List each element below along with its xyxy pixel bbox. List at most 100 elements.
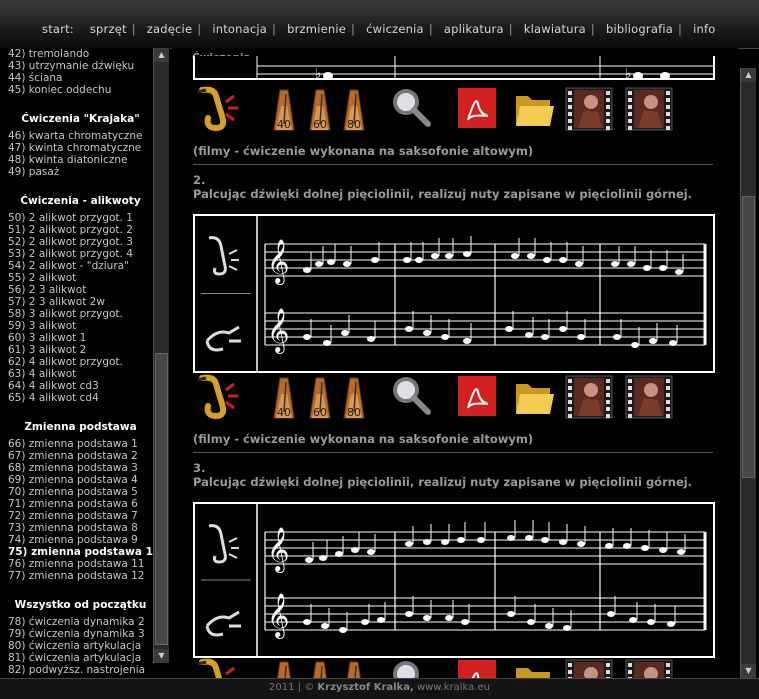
sidebar-link[interactable]: 70) zmienna podstawa 5 bbox=[8, 486, 153, 498]
nav-item[interactable]: zadęcie | bbox=[147, 22, 202, 36]
sidebar-link[interactable]: 81) ćwiczenia artykulacja bbox=[8, 652, 153, 664]
folder-icon[interactable] bbox=[514, 658, 556, 680]
film-icon-2[interactable] bbox=[624, 374, 674, 419]
sidebar-link[interactable]: 43) utrzymanie dźwięku bbox=[8, 60, 153, 72]
sidebar-link[interactable]: 78) ćwiczenia dynamika 2 bbox=[8, 616, 153, 628]
magnifier-icon[interactable] bbox=[390, 658, 434, 680]
sidebar-link[interactable]: 57) 2 3 alikwot 2w bbox=[8, 296, 153, 308]
saxophone-sound-icon[interactable] bbox=[194, 86, 240, 132]
pdf-icon[interactable] bbox=[456, 658, 496, 680]
sidebar-link[interactable]: 72) zmienna podstawa 7 bbox=[8, 510, 153, 522]
nav-item-label[interactable]: brzmienie bbox=[287, 22, 346, 36]
sidebar-link[interactable]: 51) 2 alikwot przygot. 2 bbox=[8, 224, 153, 236]
film-icon-1[interactable] bbox=[564, 658, 614, 680]
nav-item[interactable]: intonacja | bbox=[212, 22, 276, 36]
pdf-icon[interactable] bbox=[456, 374, 496, 418]
film-icon-1[interactable] bbox=[564, 374, 614, 419]
sidebar-link[interactable]: 61) 3 alikwot 2 bbox=[8, 344, 153, 356]
metronome-60-icon[interactable]: 60 bbox=[304, 658, 336, 680]
film-icon-2[interactable] bbox=[624, 86, 674, 131]
sidebar-link[interactable]: 68) zmienna podstawa 3 bbox=[8, 462, 153, 474]
sidebar-link[interactable]: 58) 3 alikwot przygot. bbox=[8, 308, 153, 320]
scroll-up-arrow-icon[interactable]: ▲ bbox=[741, 68, 756, 82]
nav-item[interactable]: aplikatura | bbox=[444, 22, 513, 36]
metronome-80-icon[interactable]: 80 bbox=[338, 658, 370, 680]
sidebar-scrollbar[interactable]: ▲ ▼ bbox=[153, 48, 169, 663]
sidebar-link[interactable]: 48) kwinta diatoniczne bbox=[8, 154, 153, 166]
film-icon-2[interactable] bbox=[624, 658, 674, 680]
sidebar-link[interactable]: 60) 3 alikwot 1 bbox=[8, 332, 153, 344]
nav-item-label[interactable]: start: bbox=[42, 22, 74, 36]
sidebar-link[interactable]: 77) zmienna podstawa 12 bbox=[8, 570, 153, 582]
sidebar-link[interactable]: 54) 2 alikwot - "dziura" bbox=[8, 260, 153, 272]
metronome-80-icon[interactable]: 80 bbox=[338, 86, 370, 131]
nav-item[interactable]: bibliografia | bbox=[606, 22, 682, 36]
sidebar-link[interactable]: 59) 3 alikwot bbox=[8, 320, 153, 332]
saxophone-sound-icon[interactable] bbox=[194, 658, 240, 680]
film-icon-1[interactable] bbox=[564, 86, 614, 131]
scroll-down-arrow-icon[interactable]: ▼ bbox=[741, 664, 756, 678]
sidebar-link[interactable]: 44) ściana bbox=[8, 72, 153, 84]
sidebar-link[interactable]: 63) 4 alikwot bbox=[8, 368, 153, 380]
folder-icon[interactable] bbox=[514, 86, 556, 130]
scroll-down-arrow-icon[interactable]: ▼ bbox=[154, 649, 169, 663]
sidebar-link[interactable]: 69) zmienna podstawa 4 bbox=[8, 474, 153, 486]
sidebar-link[interactable]: 79) ćwiczenia dynamika 3 bbox=[8, 628, 153, 640]
sidebar-link[interactable]: 73) zmienna podstawa 8 bbox=[8, 522, 153, 534]
nav-item-label[interactable]: ćwiczenia bbox=[366, 22, 424, 36]
sidebar-link[interactable]: 82) podwyższ. nastrojenia bbox=[8, 664, 153, 676]
nav-item[interactable]: ćwiczenia | bbox=[366, 22, 433, 36]
sidebar-link[interactable]: 55) 2 alikwot bbox=[8, 272, 153, 284]
sidebar-link[interactable]: 75) zmienna podstawa 10 bbox=[8, 546, 153, 558]
sidebar-link[interactable]: 46) kwarta chromatyczne bbox=[8, 130, 153, 142]
magnifier-icon[interactable] bbox=[390, 374, 434, 418]
scroll-up-arrow-icon[interactable]: ▲ bbox=[154, 48, 169, 62]
sidebar-link[interactable]: 71) zmienna podstawa 6 bbox=[8, 498, 153, 510]
metronome-60-icon[interactable]: 60 bbox=[304, 86, 336, 131]
saxophone-sound-icon[interactable] bbox=[194, 374, 240, 420]
sidebar: 42) tremolando 43) utrzymanie dźwięku 44) … bbox=[0, 48, 170, 678]
sidebar-link[interactable]: 80) ćwiczenia artykulacja bbox=[8, 640, 153, 652]
sidebar-link[interactable]: 66) zmienna podstawa 1 bbox=[8, 438, 153, 450]
nav-item-label[interactable]: sprzęt bbox=[90, 22, 127, 36]
sidebar-link[interactable]: 67) zmienna podstawa 2 bbox=[8, 450, 153, 462]
sidebar-link[interactable]: 52) 2 alikwot przygot. 3 bbox=[8, 236, 153, 248]
sidebar-link[interactable]: 65) 4 alikwot cd4 bbox=[8, 392, 153, 404]
nav-item[interactable]: sprzęt | bbox=[90, 22, 136, 36]
folder-icon[interactable] bbox=[514, 374, 556, 418]
scrollbar-thumb[interactable] bbox=[155, 353, 168, 645]
main-scrollbar[interactable]: ▲ ▼ bbox=[740, 68, 756, 678]
sidebar-link[interactable]: 45) koniec oddechu bbox=[8, 84, 153, 96]
metronome-40-icon[interactable]: 40 bbox=[268, 658, 300, 680]
nav-item-label[interactable]: intonacja bbox=[212, 22, 267, 36]
scrollbar-thumb[interactable] bbox=[742, 196, 755, 478]
sidebar-link[interactable]: 62) 4 alikwot przygot. bbox=[8, 356, 153, 368]
pdf-icon[interactable] bbox=[456, 86, 496, 130]
nav-item[interactable]: brzmienie | bbox=[287, 22, 355, 36]
metronome-60-icon[interactable]: 60 bbox=[304, 374, 336, 419]
sidebar-link[interactable]: 49) pasaż bbox=[8, 166, 153, 178]
nav-item-label[interactable]: aplikatura bbox=[444, 22, 504, 36]
nav-item-label[interactable]: klawiatura bbox=[524, 22, 586, 36]
metronome-40-icon[interactable]: 40 bbox=[268, 374, 300, 419]
sidebar-link[interactable]: 53) 2 alikwot przygot. 4 bbox=[8, 248, 153, 260]
nav-item-label[interactable]: bibliografia bbox=[606, 22, 673, 36]
nav-item[interactable]: info bbox=[693, 22, 720, 36]
metronome-40-icon[interactable]: 40 bbox=[268, 86, 300, 131]
exercise-instruction-3: Palcując dźwięki dolnej pięciolinii, rea… bbox=[193, 475, 693, 489]
magnifier-icon[interactable] bbox=[390, 86, 434, 130]
sidebar-link[interactable]: 47) kwinta chromatyczne bbox=[8, 142, 153, 154]
footer-site-link[interactable]: www.kralka.eu bbox=[417, 682, 490, 693]
nav-item-label[interactable]: zadęcie bbox=[147, 22, 192, 36]
sidebar-link[interactable]: 42) tremolando bbox=[8, 48, 153, 60]
sidebar-link[interactable]: 56) 2 3 alikwot bbox=[8, 284, 153, 296]
sidebar-link[interactable]: 74) zmienna podstawa 9 bbox=[8, 534, 153, 546]
nav-item[interactable]: klawiatura | bbox=[524, 22, 595, 36]
sidebar-link[interactable]: 50) 2 alikwot przygot. 1 bbox=[8, 212, 153, 224]
sidebar-link[interactable]: 76) zmienna podstawa 11 bbox=[8, 558, 153, 570]
nav-item-label[interactable]: info bbox=[693, 22, 715, 36]
sidebar-link[interactable]: 64) 4 alikwot cd3 bbox=[8, 380, 153, 392]
metronome-80-icon[interactable]: 80 bbox=[338, 374, 370, 419]
nav-item[interactable]: start: bbox=[42, 22, 79, 36]
